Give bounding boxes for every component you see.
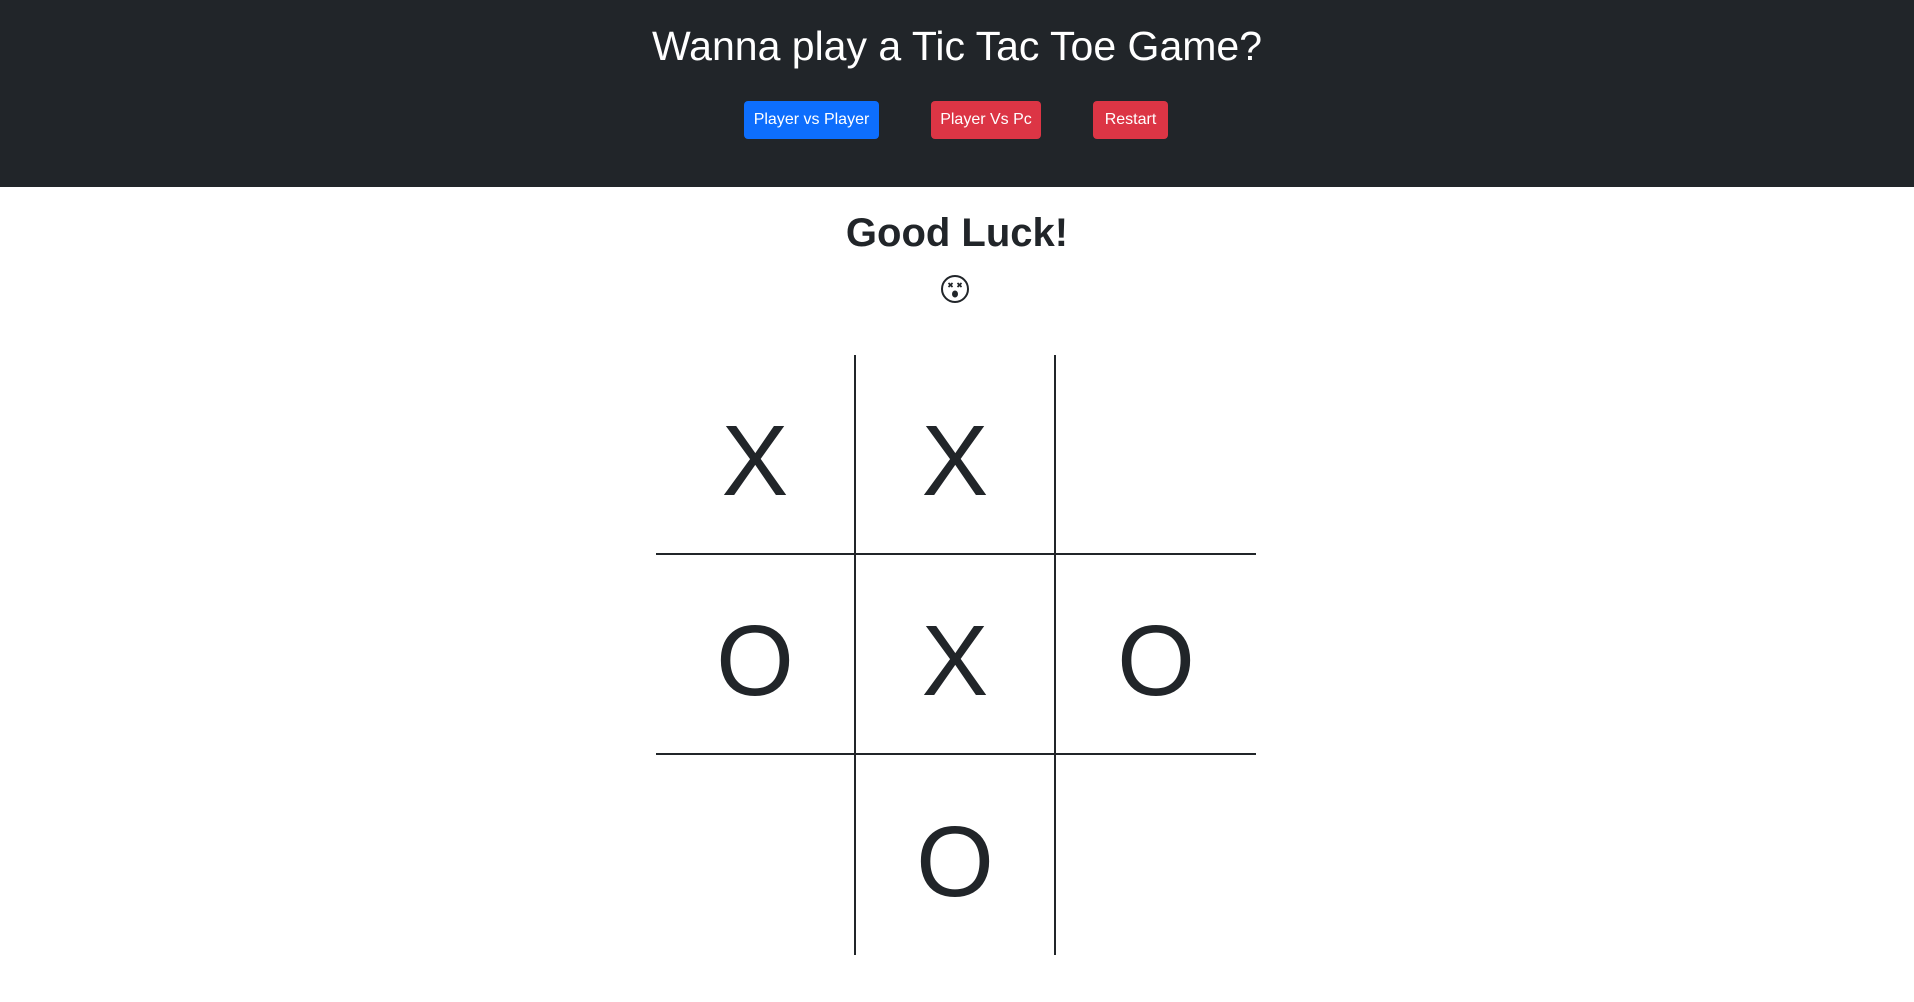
board-cell-5[interactable]: X: [856, 555, 1056, 755]
board-cell-2[interactable]: X: [856, 355, 1056, 555]
page-title: Wanna play a Tic Tac Toe Game?: [651, 23, 1262, 69]
board-cell-8[interactable]: O: [856, 755, 1056, 955]
player-vs-pc-button[interactable]: Player Vs Pc: [931, 101, 1041, 139]
board-cell-1[interactable]: X: [656, 355, 856, 555]
player-vs-player-button[interactable]: Player vs Player: [744, 101, 879, 139]
board-cell-9[interactable]: [1056, 755, 1256, 955]
header: Wanna play a Tic Tac Toe Game? Player vs…: [0, 0, 1914, 187]
board-cell-6[interactable]: O: [1056, 555, 1256, 755]
board-cell-3[interactable]: [1056, 355, 1256, 555]
board-cell-7[interactable]: [656, 755, 856, 955]
status-message: Good Luck!: [845, 211, 1069, 255]
dizzy-face-icon: [941, 275, 969, 303]
game-board: X X O X O O: [656, 355, 1256, 955]
board-cell-4[interactable]: O: [656, 555, 856, 755]
restart-button[interactable]: Restart: [1093, 101, 1168, 139]
